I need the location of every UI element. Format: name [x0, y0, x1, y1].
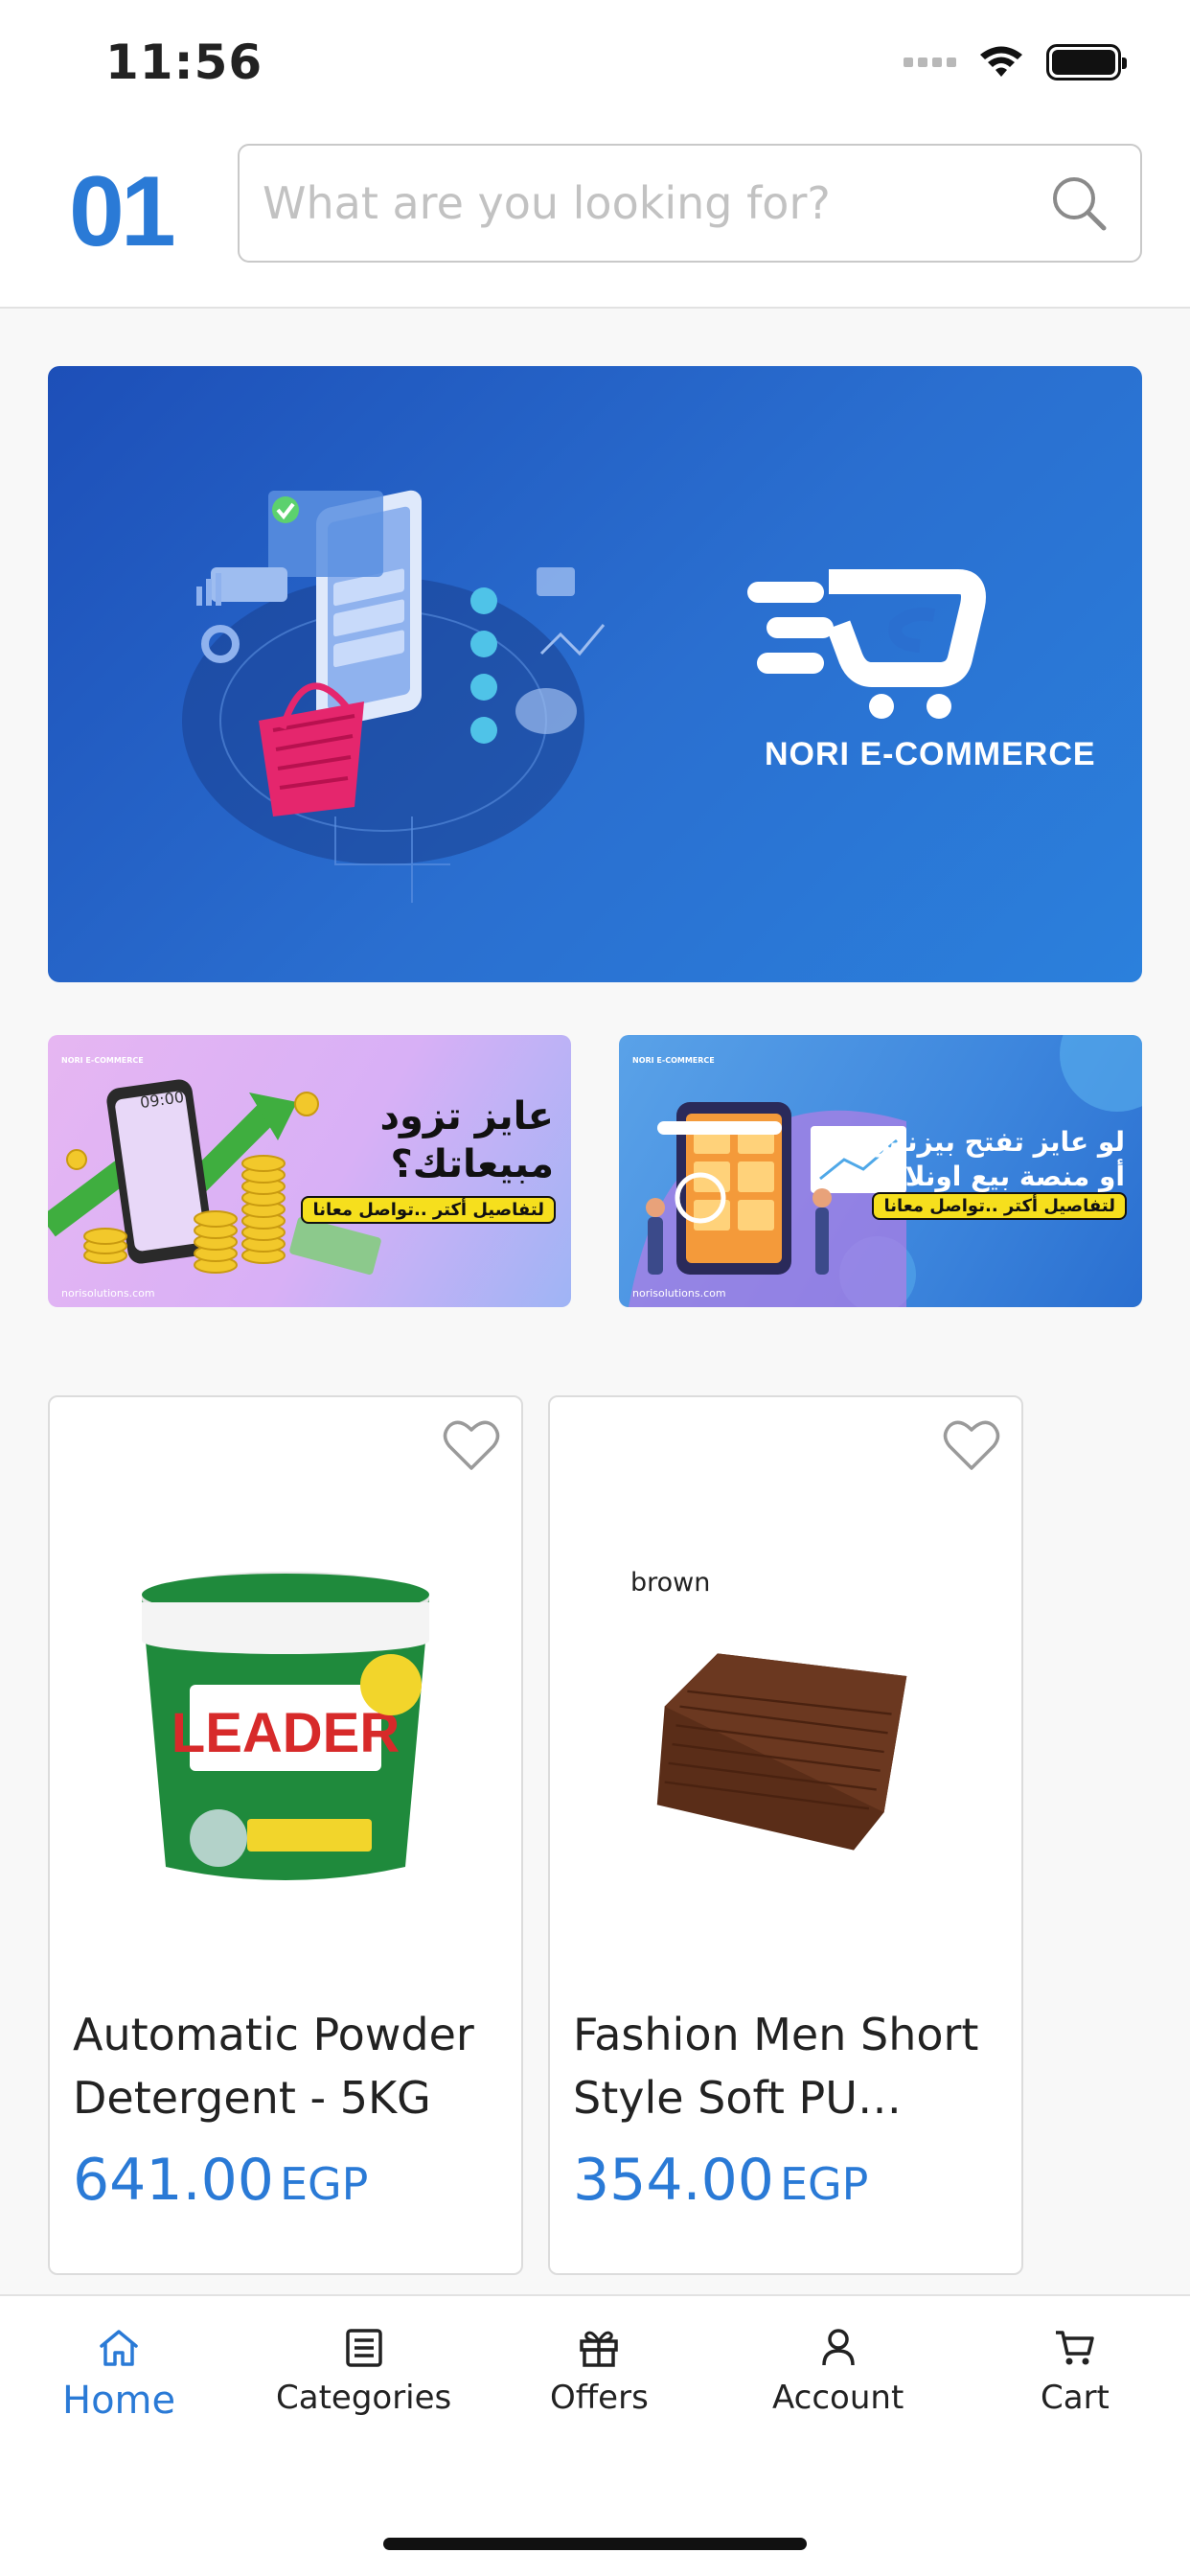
gift-icon [580, 2331, 619, 2367]
user-icon [821, 2329, 855, 2366]
promo-website: norisolutions.com [61, 1287, 155, 1300]
product-card[interactable]: brown Fashion Men Short Style Soft PU Le… [548, 1395, 1023, 2275]
price-amount: 354.00 [573, 2147, 774, 2214]
favorite-heart-icon[interactable] [443, 1418, 500, 1472]
tab-label: Cart [1041, 2379, 1110, 2417]
cart-icon [1055, 2331, 1094, 2365]
search-icon[interactable] [1044, 169, 1113, 238]
search-bar[interactable] [238, 144, 1142, 263]
promo-headline-line1: عايز تزود [379, 1094, 554, 1138]
tab-cart[interactable]: Cart [1041, 2325, 1110, 2417]
promo-banner-online-store[interactable]: NORI E-COMMERCE لو عايز تفتح بيزنس أو من… [619, 1035, 1142, 1307]
promo-headline: عايز تزود مبيعاتك؟ [380, 1092, 554, 1188]
home-icon [100, 2330, 138, 2366]
promo-website: norisolutions.com [632, 1287, 726, 1300]
product-name[interactable]: Automatic Powder Detergent - 5KG [73, 2003, 504, 2129]
brand-name: NORI E-COMMERCE [765, 736, 1096, 772]
product-brand-label: LEADER [172, 1702, 400, 1764]
cart-logo-icon [747, 569, 986, 719]
list-icon [345, 2329, 382, 2367]
wifi-icon [980, 46, 1022, 77]
battery-icon [1046, 44, 1127, 80]
main-banner[interactable]: NORI E-COMMERCE [48, 366, 1142, 982]
product-variant-label: brown [630, 1568, 711, 1598]
price-currency: EGP [779, 2158, 869, 2210]
product-card[interactable]: LEADER Automatic Powder Detergent - 5KG … [48, 1395, 523, 2275]
app-header: 01 [0, 130, 1190, 309]
promo-headline: لو عايز تفتح بيزنس أو منصة بيع اونلاين [869, 1125, 1125, 1195]
bottom-tab-bar: Home Categories Offers Account Cart [0, 2294, 1190, 2576]
price-currency: EGP [279, 2158, 369, 2210]
promo-cta[interactable]: لتفاصيل أكتر ..تواصل معانا [301, 1196, 556, 1224]
product-price: 641.00 EGP [73, 2147, 368, 2214]
tab-categories[interactable]: Categories [276, 2325, 451, 2417]
promo-headline-line2: أو منصة بيع اونلاين [870, 1161, 1125, 1193]
promo-headline-line2: مبيعاتك؟ [390, 1142, 555, 1186]
tab-home[interactable]: Home [62, 2325, 175, 2423]
tab-label: Categories [276, 2379, 452, 2417]
cellular-signal-icon [904, 58, 956, 67]
status-bar: 11:56 [0, 0, 1190, 130]
price-amount: 641.00 [73, 2147, 274, 2214]
product-image-wallet [656, 1653, 907, 1851]
tab-label: Offers [550, 2379, 649, 2417]
promo-banner-sales[interactable]: NORI E-COMMERCE 09:00 عايز تزود مبيعاتك؟… [48, 1035, 571, 1307]
status-time: 11:56 [105, 34, 263, 90]
status-icons [904, 44, 1127, 80]
tab-account[interactable]: Account [772, 2325, 904, 2417]
home-indicator[interactable] [383, 2538, 807, 2550]
promo-cta[interactable]: لتفاصيل أكتر ..تواصل معانا [872, 1192, 1127, 1220]
search-input[interactable] [240, 146, 1044, 261]
product-name[interactable]: Fashion Men Short Style Soft PU Leat… [573, 2003, 1004, 2129]
app-logo[interactable]: 01 [69, 155, 176, 269]
tab-label: Home [62, 2379, 176, 2423]
tab-label: Account [772, 2379, 904, 2417]
product-price: 354.00 EGP [573, 2147, 868, 2214]
favorite-heart-icon[interactable] [943, 1418, 1000, 1472]
tab-offers[interactable]: Offers [550, 2325, 649, 2417]
promo-headline-line1: لو عايز تفتح بيزنس [869, 1126, 1125, 1158]
product-image-detergent: LEADER [142, 1572, 429, 1880]
